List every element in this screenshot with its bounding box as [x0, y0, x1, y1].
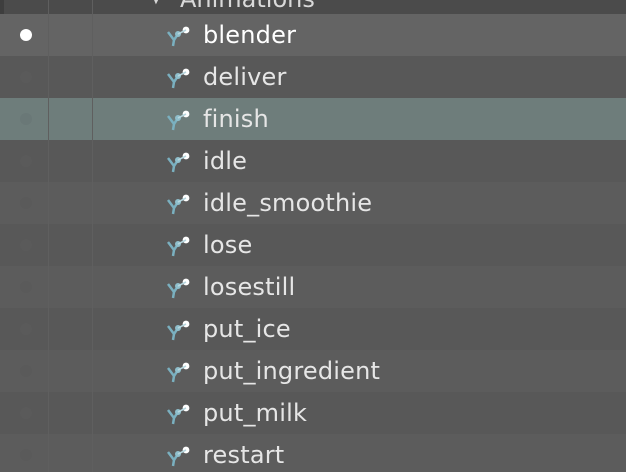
animation-clip-icon [164, 444, 196, 468]
tree-item-label: restart [203, 441, 285, 469]
animation-folder-icon [148, 0, 168, 6]
animation-clip-icon [164, 150, 196, 174]
tree-item-blender[interactable]: blender [0, 14, 626, 56]
tree-item-label: blender [203, 21, 297, 49]
tree-item-put-ingredient[interactable]: put_ingredient [0, 350, 626, 392]
visibility-toggle-icon[interactable] [20, 197, 32, 209]
visibility-toggle-icon[interactable] [20, 323, 32, 335]
visibility-toggle-icon[interactable] [20, 155, 32, 167]
visibility-toggle-icon[interactable] [20, 449, 32, 461]
column-divider [92, 0, 93, 472]
animation-clip-icon [164, 234, 196, 258]
animation-clip-icon [164, 318, 196, 342]
tree-item-put-milk[interactable]: put_milk [0, 392, 626, 434]
tree-item-label: put_milk [203, 399, 308, 427]
hierarchy-tree: blender deliver finish idle idle_smoothi… [0, 0, 626, 472]
tree-item-label: deliver [203, 63, 287, 91]
tree-item-label: Animations [180, 0, 315, 12]
visibility-toggle-icon[interactable] [20, 281, 32, 293]
tree-item-restart[interactable]: restart [0, 434, 626, 472]
tree-item-idle[interactable]: idle [0, 140, 626, 182]
tree-item-lose[interactable]: lose [0, 224, 626, 266]
animation-clip-icon [164, 276, 196, 300]
tree-item-animations[interactable]: Animations [0, 0, 626, 14]
tree-item-deliver[interactable]: deliver [0, 56, 626, 98]
animation-clip-icon [164, 402, 196, 426]
visibility-toggle-icon[interactable] [20, 407, 32, 419]
visibility-toggle-icon[interactable] [20, 239, 32, 251]
visibility-toggle-icon[interactable] [20, 365, 32, 377]
tree-item-label: losestill [203, 273, 296, 301]
tree-item-label: idle_smoothie [203, 189, 373, 217]
visibility-toggle-icon[interactable] [20, 29, 32, 41]
tree-item-put-ice[interactable]: put_ice [0, 308, 626, 350]
animation-clip-icon [164, 192, 196, 216]
tree-item-idle-smoothie[interactable]: idle_smoothie [0, 182, 626, 224]
tree-item-label: finish [203, 105, 269, 133]
animation-clip-icon [164, 108, 196, 132]
tree-item-losestill[interactable]: losestill [0, 266, 626, 308]
animation-clip-icon [164, 24, 196, 48]
tree-item-label: lose [203, 231, 253, 259]
tree-item-label: put_ingredient [203, 357, 381, 385]
tree-item-finish[interactable]: finish [0, 98, 626, 140]
animation-clip-icon [164, 66, 196, 90]
tree-item-label: put_ice [203, 315, 291, 343]
visibility-toggle-icon[interactable] [20, 113, 32, 125]
tree-item-label: idle [203, 147, 248, 175]
column-divider [48, 0, 49, 472]
animation-clip-icon [164, 360, 196, 384]
visibility-toggle-icon[interactable] [20, 71, 32, 83]
